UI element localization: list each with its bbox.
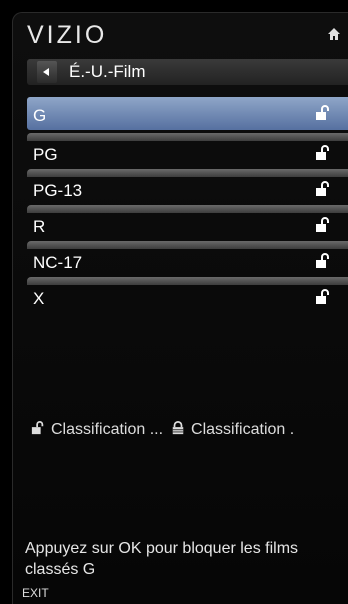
rating-label: X: [33, 289, 45, 308]
lock-open-icon[interactable]: [315, 253, 331, 269]
help-text: Appuyez sur OK pour bloquer les films cl…: [25, 540, 299, 578]
legend-unlocked-label: Classification ...: [51, 421, 164, 438]
menu-panel: VIZIO É.-U.-Film G PG PG-13 R NC-17 X Cl…: [12, 12, 348, 604]
rating-row-x[interactable]: X: [27, 277, 348, 310]
vizio-logo: VIZIO: [27, 21, 108, 49]
rating-label: G: [33, 106, 47, 125]
rating-row-g[interactable]: G: [27, 97, 348, 130]
row-separator: [27, 277, 348, 285]
exit-button[interactable]: EXIT: [22, 586, 49, 600]
lock-open-icon: [31, 421, 44, 435]
rating-row-r[interactable]: R: [27, 205, 348, 238]
lock-open-icon[interactable]: [315, 289, 331, 305]
rating-label: NC-17: [33, 253, 83, 272]
row-separator: [27, 133, 348, 141]
breadcrumb[interactable]: É.-U.-Film: [27, 59, 348, 85]
rating-row-pg[interactable]: PG: [27, 133, 348, 166]
row-separator: [27, 169, 348, 177]
row-separator: [27, 205, 348, 213]
lock-open-icon[interactable]: [315, 181, 331, 197]
rating-row-pg13[interactable]: PG-13: [27, 169, 348, 202]
rating-label: R: [33, 217, 46, 236]
back-arrow-icon[interactable]: [37, 61, 57, 83]
row-background: [27, 97, 348, 130]
row-separator: [27, 241, 348, 249]
rating-row-nc17[interactable]: NC-17: [27, 241, 348, 274]
lock-open-icon[interactable]: [315, 217, 331, 233]
lock-legend: Classification ... Classification .: [31, 421, 348, 439]
home-icon[interactable]: [327, 27, 341, 41]
rating-label: PG-13: [33, 181, 83, 200]
lock-open-icon[interactable]: [315, 105, 331, 121]
breadcrumb-title: É.-U.-Film: [69, 62, 146, 81]
lock-open-icon[interactable]: [315, 145, 331, 161]
legend-locked-item: Classification .: [171, 421, 294, 438]
rating-list: G PG PG-13 R NC-17 X: [27, 97, 348, 313]
legend-locked-label: Classification .: [191, 421, 295, 438]
lock-closed-icon: [172, 421, 184, 435]
rating-label: PG: [33, 145, 58, 164]
